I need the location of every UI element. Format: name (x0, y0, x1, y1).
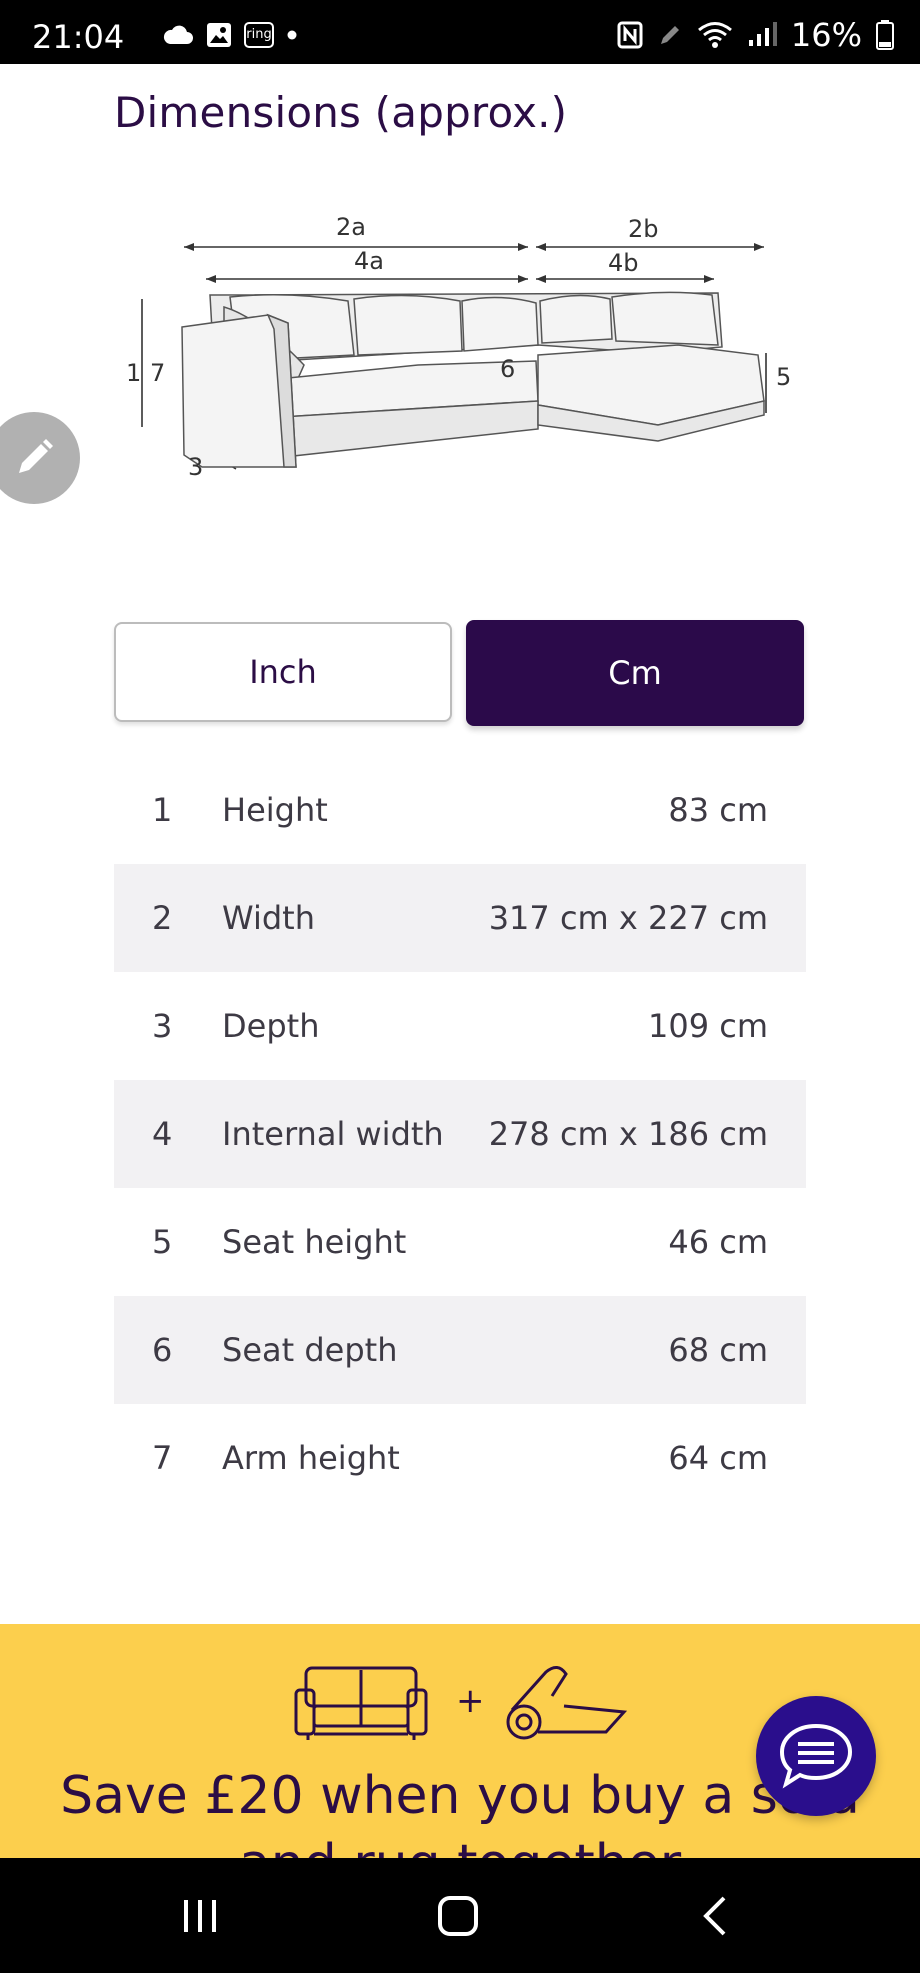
rug-icon (506, 1666, 628, 1740)
row-value: 317 cm x 227 cm (488, 899, 768, 937)
row-label: Depth (222, 1007, 320, 1045)
row-value: 64 cm (668, 1439, 768, 1477)
battery-percent: 16% (790, 16, 862, 54)
promo-headline-line2: and rug together (0, 1834, 920, 1858)
chat-icon (779, 1723, 853, 1789)
row-label: Width (222, 899, 315, 937)
cloud-icon (163, 25, 193, 44)
cm-button[interactable]: Cm (466, 620, 804, 726)
table-row: 1 Height 83 cm (114, 756, 806, 864)
table-row: 5 Seat height 46 cm (114, 1188, 806, 1296)
unit-toggle: Inch Cm (114, 620, 806, 726)
dimensions-table: 1 Height 83 cm 2 Width 317 cm x 227 cm 3… (114, 756, 806, 1512)
plus-sign: + (456, 1681, 485, 1721)
row-value: 278 cm x 186 cm (488, 1115, 768, 1153)
dim-label-6: 6 (500, 355, 515, 383)
recent-apps-button[interactable] (170, 1888, 230, 1944)
image-icon (207, 23, 231, 47)
row-value: 109 cm (647, 1007, 768, 1045)
home-button[interactable] (428, 1888, 488, 1944)
battery-icon (876, 20, 894, 50)
status-time: 21:04 (32, 18, 125, 56)
promo-icons: + (294, 1666, 628, 1740)
dim-label-7: 7 (150, 359, 165, 387)
row-label: Arm height (222, 1439, 400, 1477)
row-number: 1 (152, 791, 173, 829)
page-title: Dimensions (approx.) (114, 88, 568, 137)
wifi-icon (697, 22, 732, 48)
dim-label-4b: 4b (608, 249, 639, 277)
pen-icon (660, 26, 679, 44)
dim-label-2b: 2b (628, 215, 659, 243)
row-value: 83 cm (668, 791, 768, 829)
dim-label-5: 5 (776, 363, 791, 391)
nfc-icon (617, 21, 643, 49)
signal-icon (748, 22, 777, 46)
pencil-icon (19, 439, 53, 473)
system-icons: 16% (617, 16, 894, 54)
dim-label-1: 1 (126, 359, 141, 387)
row-label: Seat height (222, 1223, 407, 1261)
dim-label-3: 3 (188, 453, 203, 481)
table-row: 6 Seat depth 68 cm (114, 1296, 806, 1404)
row-number: 6 (152, 1331, 173, 1369)
row-number: 2 (152, 899, 173, 937)
back-button[interactable] (686, 1888, 746, 1944)
row-label: Internal width (222, 1115, 444, 1153)
table-row: 7 Arm height 64 cm (114, 1404, 806, 1512)
back-icon (703, 1896, 726, 1936)
recent-apps-icon (184, 1900, 216, 1932)
ring-icon: ring (244, 22, 274, 48)
chat-button[interactable] (756, 1696, 876, 1816)
table-row: 3 Depth 109 cm (114, 972, 806, 1080)
row-label: Seat depth (222, 1331, 398, 1369)
row-number: 5 (152, 1223, 173, 1261)
sofa-icon (294, 1666, 428, 1740)
row-value: 46 cm (668, 1223, 768, 1261)
dim-label-4a: 4a (354, 247, 384, 275)
notification-icons: ring (162, 22, 298, 48)
dim-label-2a: 2a (336, 213, 366, 241)
row-value: 68 cm (668, 1331, 768, 1369)
row-number: 7 (152, 1439, 173, 1477)
edit-button[interactable] (0, 412, 80, 504)
table-row: 2 Width 317 cm x 227 cm (114, 864, 806, 972)
status-bar: 21:04 ring 16% (0, 0, 920, 64)
dot-icon (287, 30, 297, 40)
table-row: 4 Internal width 278 cm x 186 cm (114, 1080, 806, 1188)
row-label: Height (222, 791, 328, 829)
sofa-dimensions-diagram: 2a 2b 4a 4b 1 7 3 6 5 (126, 213, 791, 481)
row-number: 4 (152, 1115, 173, 1153)
inch-button[interactable]: Inch (114, 622, 452, 722)
system-nav-bar (0, 1858, 920, 1973)
home-icon (438, 1896, 478, 1936)
row-number: 3 (152, 1007, 173, 1045)
